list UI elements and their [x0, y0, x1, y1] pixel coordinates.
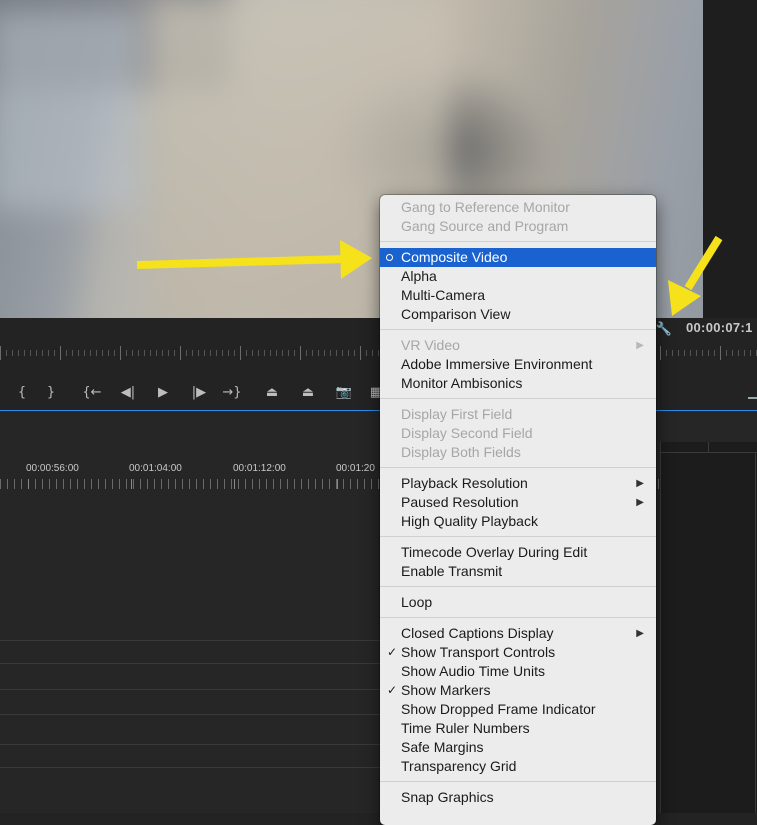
submenu-arrow-icon: ▶: [636, 497, 644, 508]
menu-item-show-markers[interactable]: ✓ Show Markers: [380, 681, 656, 700]
menu-item-show-dropped-frame-indicator[interactable]: Show Dropped Frame Indicator: [380, 700, 656, 719]
checkmark-icon: ✓: [386, 645, 398, 659]
menu-item-label: Display Second Field: [401, 425, 533, 441]
menu-item-label: Display Both Fields: [401, 444, 521, 460]
menu-item-label: Show Transport Controls: [401, 644, 556, 660]
menu-item-display-first-field: Display First Field: [380, 405, 656, 424]
ruler-label: 00:01:04:00: [129, 463, 182, 474]
mark-out-button[interactable]: }: [41, 384, 61, 402]
ruler-label: 00:01:12:00: [233, 463, 286, 474]
menu-item-label: Playback Resolution: [401, 475, 528, 491]
menu-item-gang-source-and-program: Gang Source and Program: [380, 217, 656, 236]
menu-item-closed-captions-display[interactable]: Closed Captions Display ▶: [380, 624, 656, 643]
submenu-arrow-icon: ▶: [636, 628, 644, 639]
menu-item-label: Gang Source and Program: [401, 218, 569, 234]
menu-item-loop[interactable]: Loop: [380, 593, 656, 612]
menu-item-alpha[interactable]: Alpha: [380, 267, 656, 286]
track-divider: [0, 689, 380, 690]
playhead-timecode[interactable]: 00:00:07:1: [686, 320, 753, 335]
menu-item-snap-graphics[interactable]: Snap Graphics: [380, 788, 656, 807]
menu-separator: [380, 398, 656, 399]
menu-item-vr-video: VR Video ▶: [380, 336, 656, 355]
go-to-in-button[interactable]: {←: [82, 384, 102, 402]
menu-item-label: Safe Margins: [401, 739, 484, 755]
menu-item-label: Monitor Ambisonics: [401, 375, 523, 391]
checkmark-icon: ✓: [386, 683, 398, 697]
menu-item-label: Transparency Grid: [401, 758, 517, 774]
track-divider: [0, 640, 380, 641]
menu-item-label: Enable Transmit: [401, 563, 503, 579]
menu-separator: [380, 241, 656, 242]
menu-separator: [380, 617, 656, 618]
menu-item-multi-camera[interactable]: Multi-Camera: [380, 286, 656, 305]
mark-in-button[interactable]: {: [12, 384, 32, 402]
monitor-settings-menu: Gang to Reference Monitor Gang Source and…: [380, 195, 656, 825]
menu-item-label: VR Video: [401, 337, 460, 353]
menu-item-label: High Quality Playback: [401, 513, 538, 529]
menu-item-comparison-view[interactable]: Comparison View: [380, 305, 656, 324]
menu-item-label: Comparison View: [401, 306, 511, 322]
menu-item-label: Timecode Overlay During Edit: [401, 544, 588, 560]
menu-item-label: Show Markers: [401, 682, 491, 698]
menu-item-safe-margins[interactable]: Safe Margins: [380, 738, 656, 757]
radio-selected-icon: [386, 254, 393, 261]
track-divider: [0, 663, 380, 664]
track-divider: [0, 714, 380, 715]
extract-button[interactable]: ⏏: [298, 384, 318, 402]
monitor-side-panel: [703, 0, 757, 318]
menu-item-time-ruler-numbers[interactable]: Time Ruler Numbers: [380, 719, 656, 738]
menu-item-transparency-grid[interactable]: Transparency Grid: [380, 757, 656, 776]
track-divider: [0, 744, 380, 745]
menu-item-label: Show Dropped Frame Indicator: [401, 701, 596, 717]
ruler-label: 00:01:20: [336, 463, 375, 474]
menu-item-show-transport-controls[interactable]: ✓ Show Transport Controls: [380, 643, 656, 662]
menu-separator: [380, 781, 656, 782]
menu-item-label: Adobe Immersive Environment: [401, 356, 593, 372]
export-frame-button[interactable]: 📷: [334, 384, 354, 402]
menu-item-high-quality-playback[interactable]: High Quality Playback: [380, 512, 656, 531]
panel-menu-handle[interactable]: [748, 397, 757, 399]
menu-item-composite-video[interactable]: Composite Video: [380, 248, 656, 267]
menu-item-label: Composite Video: [401, 249, 508, 265]
menu-separator: [380, 329, 656, 330]
go-to-out-button[interactable]: →}: [222, 384, 242, 402]
audio-meters-panel: [660, 442, 757, 813]
menu-separator: [380, 586, 656, 587]
menu-item-gang-to-reference-monitor: Gang to Reference Monitor: [380, 198, 656, 217]
submenu-arrow-icon: ▶: [636, 478, 644, 489]
menu-item-label: Paused Resolution: [401, 494, 519, 510]
menu-item-label: Multi-Camera: [401, 287, 486, 303]
menu-item-label: Show Audio Time Units: [401, 663, 545, 679]
submenu-arrow-icon: ▶: [636, 340, 644, 351]
menu-item-label: Time Ruler Numbers: [401, 720, 530, 736]
menu-item-monitor-ambisonics[interactable]: Monitor Ambisonics: [380, 374, 656, 393]
menu-item-label: Closed Captions Display: [401, 625, 554, 641]
menu-item-label: Snap Graphics: [401, 789, 494, 805]
menu-item-display-second-field: Display Second Field: [380, 424, 656, 443]
menu-item-timecode-overlay-during-edit[interactable]: Timecode Overlay During Edit: [380, 543, 656, 562]
step-forward-button[interactable]: |▶: [189, 384, 209, 402]
menu-item-label: Loop: [401, 594, 433, 610]
menu-separator: [380, 467, 656, 468]
menu-item-label: Alpha: [401, 268, 437, 284]
menu-item-label: Display First Field: [401, 406, 513, 422]
menu-item-display-both-fields: Display Both Fields: [380, 443, 656, 462]
wrench-icon[interactable]: 🔧: [655, 320, 673, 338]
menu-item-adobe-immersive-environment[interactable]: Adobe Immersive Environment: [380, 355, 656, 374]
lift-button[interactable]: ⏏: [262, 384, 282, 402]
track-divider: [0, 767, 380, 768]
ruler-label: 00:00:56:00: [26, 463, 79, 474]
step-back-button[interactable]: ◀|: [118, 384, 138, 402]
menu-item-paused-resolution[interactable]: Paused Resolution ▶: [380, 493, 656, 512]
menu-item-playback-resolution[interactable]: Playback Resolution ▶: [380, 474, 656, 493]
menu-item-label: Gang to Reference Monitor: [401, 199, 570, 215]
menu-item-show-audio-time-units[interactable]: Show Audio Time Units: [380, 662, 656, 681]
play-button[interactable]: ▶: [153, 384, 173, 402]
menu-separator: [380, 536, 656, 537]
menu-item-enable-transmit[interactable]: Enable Transmit: [380, 562, 656, 581]
